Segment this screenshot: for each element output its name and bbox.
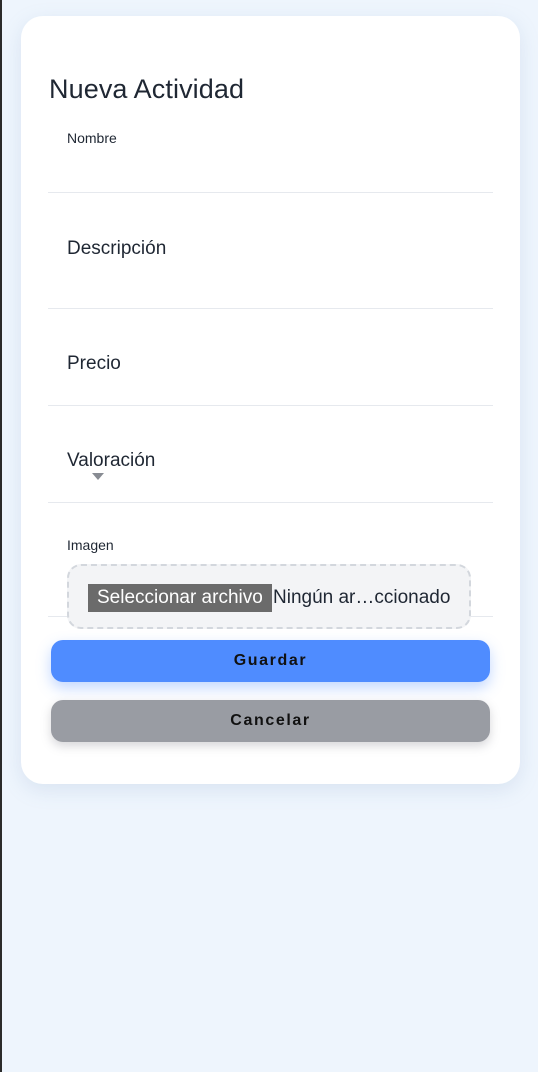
descripcion-label: Descripción: [67, 238, 167, 259]
save-button[interactable]: Guardar: [51, 640, 490, 682]
form-title: Nueva Actividad: [49, 74, 245, 104]
precio-label: Precio: [67, 353, 121, 374]
imagen-label: Imagen: [67, 537, 114, 553]
descripcion-field[interactable]: Descripción: [48, 192, 493, 309]
valoracion-select[interactable]: Valoración: [48, 405, 493, 503]
nombre-field[interactable]: Nombre: [48, 124, 493, 193]
file-input-dropzone[interactable]: Seleccionar archivo Ningún ar…ccionado: [67, 564, 471, 629]
select-file-button[interactable]: Seleccionar archivo: [88, 584, 272, 612]
valoracion-label: Valoración: [67, 450, 156, 471]
nombre-label: Nombre: [67, 130, 117, 146]
cancel-button[interactable]: Cancelar: [51, 700, 490, 742]
imagen-field: Imagen Seleccionar archivo Ningún ar…cci…: [48, 502, 493, 629]
file-status-text: Ningún ar…ccionado: [273, 587, 451, 608]
activity-form-card: Nueva Actividad Nombre Descripción Preci…: [21, 16, 520, 784]
window-left-border: [0, 0, 2, 1072]
caret-down-icon[interactable]: [92, 473, 104, 480]
precio-field[interactable]: Precio: [48, 308, 493, 406]
